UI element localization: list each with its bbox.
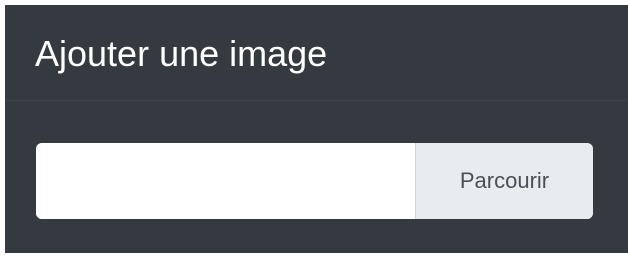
file-name-input[interactable] (36, 143, 415, 219)
panel-header: Ajouter une image (5, 5, 628, 101)
file-upload-field[interactable]: Parcourir (36, 143, 593, 219)
upload-panel: Ajouter une image Parcourir (5, 5, 628, 253)
browse-button-label: Parcourir (459, 168, 550, 193)
browse-button[interactable]: Parcourir (415, 143, 593, 219)
panel-title: Ajouter une image (35, 33, 328, 74)
